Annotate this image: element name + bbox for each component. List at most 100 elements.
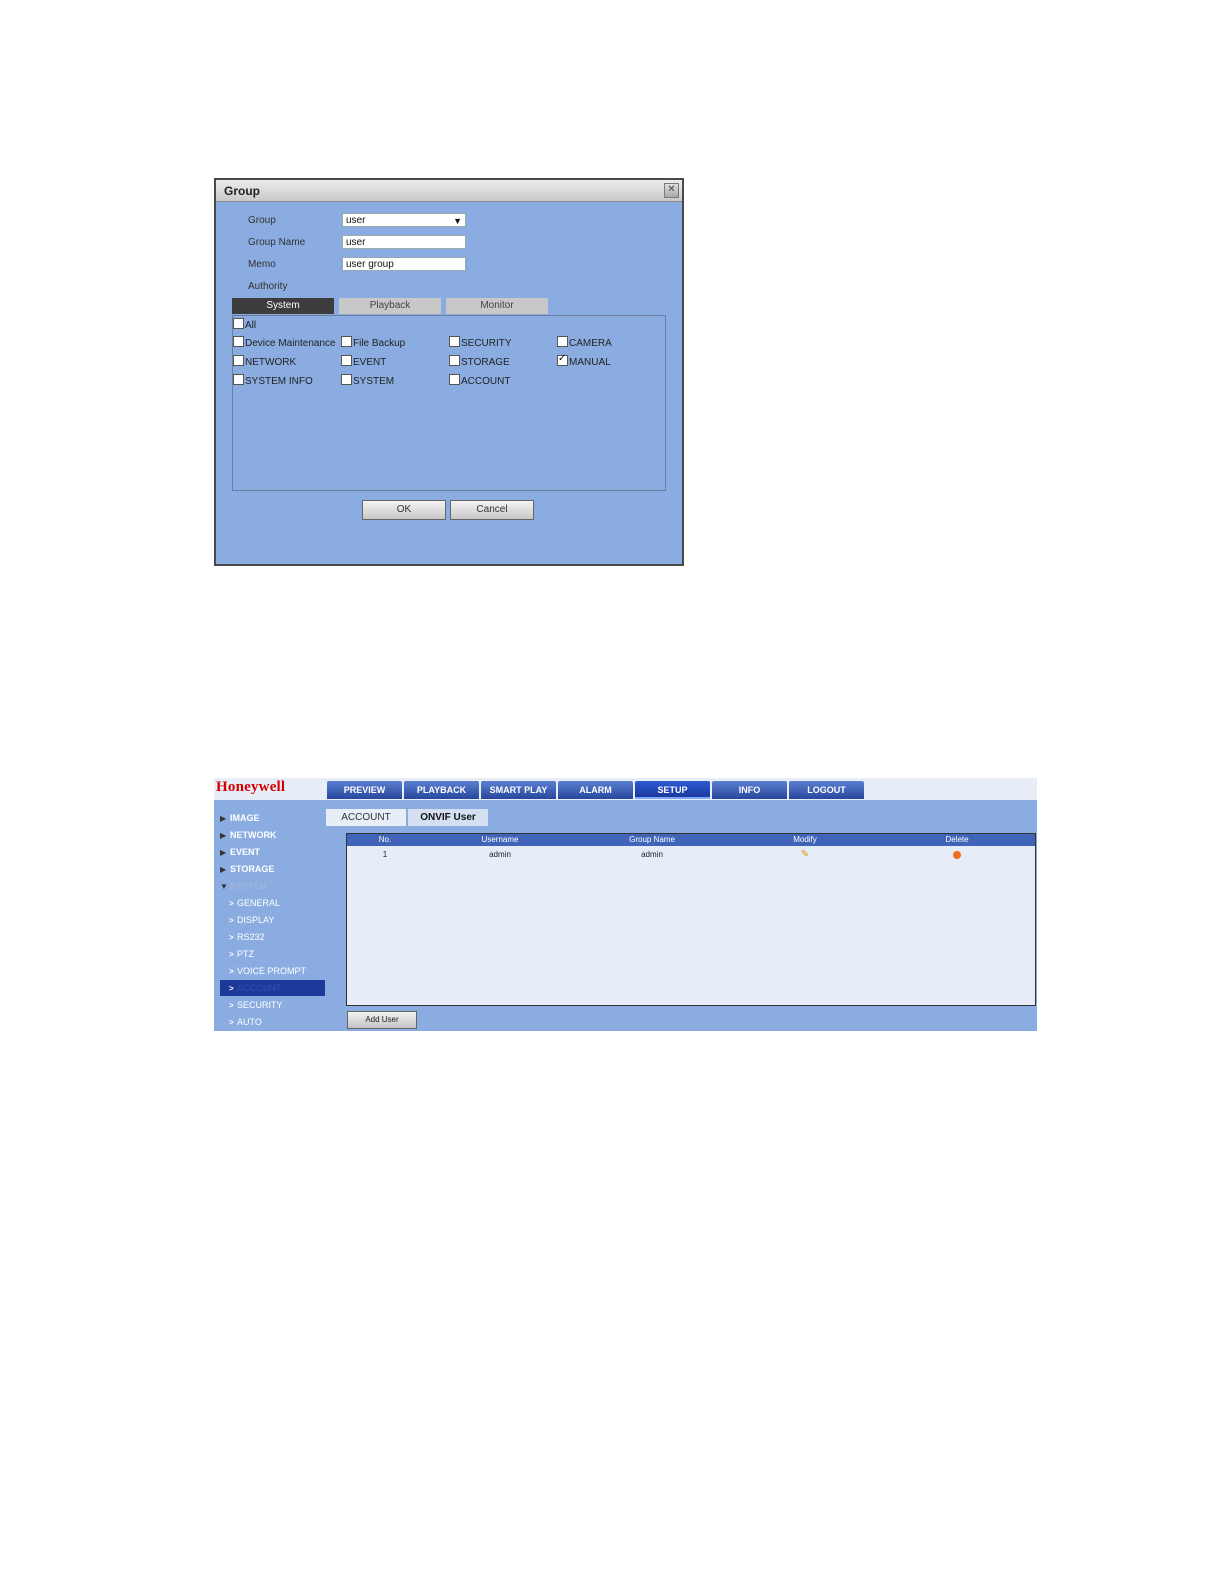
checkbox-label: All (245, 320, 257, 331)
sidebar-item-label: GENERAL (237, 898, 281, 908)
checkbox-box[interactable] (449, 336, 460, 347)
chevron-right-icon: > (229, 967, 234, 976)
group-name-input[interactable]: user (342, 235, 466, 249)
chevron-right-icon: > (229, 984, 234, 993)
checkbox-manual[interactable]: MANUAL (557, 353, 611, 368)
sidebar-item-label: DISPLAY (237, 915, 275, 925)
setup-sidebar: ▶ IMAGE ▶ NETWORK ▶ EVENT ▶ STORAGE ▼ SYSTEM … (220, 808, 325, 1031)
sidebar-item-label: IMAGE (230, 813, 260, 823)
checkbox-box[interactable] (233, 374, 244, 385)
checkbox-all[interactable]: All (233, 318, 256, 331)
cancel-button[interactable]: Cancel (450, 500, 534, 520)
nav-smart-play[interactable]: SMART PLAY (481, 781, 556, 799)
add-user-button[interactable]: Add User (347, 1011, 417, 1029)
checkbox-file-backup[interactable]: File Backup (341, 336, 405, 349)
checkbox-label: STORAGE (461, 357, 510, 368)
sidebar-item-label: NETWORK (230, 830, 277, 840)
checkbox-system-info[interactable]: SYSTEM INFO (233, 374, 313, 387)
honeywell-logo: Honeywell (216, 779, 286, 795)
checkbox-network[interactable]: NETWORK (233, 355, 296, 368)
sidebar-item-label: EVENT (230, 847, 261, 857)
checkbox-storage[interactable]: STORAGE (449, 355, 510, 368)
checkbox-label: MANUAL (569, 357, 611, 368)
sidebar-item-label: AUTO MAINTENANCE (237, 1017, 262, 1027)
column-header-group-name: Group Name (629, 835, 675, 844)
authority-panel: All Device Maintenance File Backup SECUR… (232, 315, 666, 491)
checkbox-box[interactable] (449, 355, 460, 366)
sidebar-item-label: PTZ (237, 949, 254, 959)
sidebar-item-storage[interactable]: ▶ STORAGE (220, 861, 325, 877)
sidebar-item-ptz[interactable]: > PTZ (220, 946, 325, 962)
checkbox-security[interactable]: SECURITY (449, 336, 512, 349)
top-nav-bar: Honeywell PREVIEW PLAYBACK SMART PLAY AL… (214, 778, 1037, 800)
checkbox-system[interactable]: SYSTEM (341, 374, 394, 387)
nav-alarm[interactable]: ALARM (558, 781, 633, 799)
sidebar-item-image[interactable]: ▶ IMAGE (220, 810, 325, 826)
triangle-right-icon: ▶ (220, 831, 227, 840)
checkbox-label: NETWORK (245, 357, 297, 368)
checkbox-box[interactable] (341, 355, 352, 366)
checkbox-event[interactable]: EVENT (341, 355, 386, 368)
sidebar-item-system[interactable]: ▼ SYSTEM (220, 878, 325, 894)
checkbox-box[interactable] (233, 318, 244, 329)
ok-button[interactable]: OK (362, 500, 446, 520)
checkbox-box[interactable] (557, 336, 568, 347)
pencil-icon[interactable]: ✎ (801, 849, 809, 860)
dialog-title: Group (224, 184, 260, 198)
sidebar-item-label: SYSTEM (230, 881, 268, 891)
nav-info[interactable]: INFO (712, 781, 787, 799)
cell-username: admin (489, 850, 511, 859)
sidebar-item-label: VOICE PROMPT (237, 966, 307, 976)
checkbox-label: SYSTEM (353, 376, 395, 387)
nav-logout[interactable]: LOGOUT (789, 781, 864, 799)
delete-icon[interactable] (953, 851, 961, 859)
chevron-right-icon: > (229, 1001, 234, 1010)
sidebar-item-security[interactable]: > SECURITY (220, 997, 325, 1013)
account-content: ACCOUNT ONVIF User No. Username Group Na… (326, 808, 1037, 1031)
tab-system[interactable]: System (232, 298, 334, 314)
checkbox-label: SYSTEM INFO (245, 376, 313, 387)
sidebar-item-network[interactable]: ▶ NETWORK (220, 827, 325, 843)
nav-setup[interactable]: SETUP (635, 781, 710, 799)
authority-label: Authority (248, 281, 288, 292)
tab-monitor[interactable]: Monitor (446, 298, 548, 314)
sidebar-item-rs232[interactable]: > RS232 (220, 929, 325, 945)
checkbox-box[interactable] (341, 374, 352, 385)
onvif-user-table: No. Username Group Name Modify Delete 1 … (346, 833, 1036, 1006)
sidebar-item-display[interactable]: > DISPLAY (220, 912, 325, 928)
triangle-right-icon: ▶ (220, 848, 227, 857)
nav-playback[interactable]: PLAYBACK (404, 781, 479, 799)
column-header-no: No. (378, 835, 392, 844)
close-icon[interactable]: ✕ (664, 183, 679, 198)
nav-preview[interactable]: PREVIEW (327, 781, 402, 799)
checkbox-label: ACCOUNT (461, 376, 511, 387)
sidebar-item-label: SECURITY (237, 1000, 283, 1010)
checkbox-box[interactable] (449, 374, 460, 385)
sidebar-item-voice-prompt[interactable]: > VOICE PROMPT (220, 963, 325, 979)
group-dialog: Group ✕ Group user ▼ Group Name user Mem… (214, 178, 684, 566)
checkbox-box-checked[interactable] (557, 353, 568, 366)
tab-account[interactable]: ACCOUNT (326, 809, 406, 826)
checkbox-box[interactable] (341, 336, 352, 347)
checkbox-camera[interactable]: CAMERA (557, 336, 612, 349)
chevron-right-icon: > (229, 933, 234, 942)
sidebar-item-label: STORAGE (230, 864, 275, 874)
chevron-right-icon: > (229, 1018, 234, 1027)
checkbox-box[interactable] (233, 336, 244, 347)
group-select[interactable]: user ▼ (342, 213, 466, 227)
checkbox-box[interactable] (233, 355, 244, 366)
sidebar-item-account[interactable]: > ACCOUNT (220, 980, 325, 996)
memo-input[interactable]: user group (342, 257, 466, 271)
tab-playback[interactable]: Playback (339, 298, 441, 314)
sidebar-item-auto-maintenance[interactable]: >AUTO MAINTENANCE (220, 1014, 325, 1030)
chevron-right-icon: > (229, 916, 234, 925)
checkbox-label: CAMERA (569, 338, 612, 349)
triangle-right-icon: ▶ (220, 814, 227, 823)
sidebar-item-event[interactable]: ▶ EVENT (220, 844, 325, 860)
checkbox-account[interactable]: ACCOUNT (449, 374, 510, 387)
checkbox-device-maintenance[interactable]: Device Maintenance (233, 336, 336, 349)
chevron-down-icon: ▼ (453, 216, 462, 226)
sidebar-item-general[interactable]: > GENERAL (220, 895, 325, 911)
checkbox-label: Device Maintenance (245, 338, 336, 349)
tab-onvif-user[interactable]: ONVIF User (408, 809, 488, 826)
